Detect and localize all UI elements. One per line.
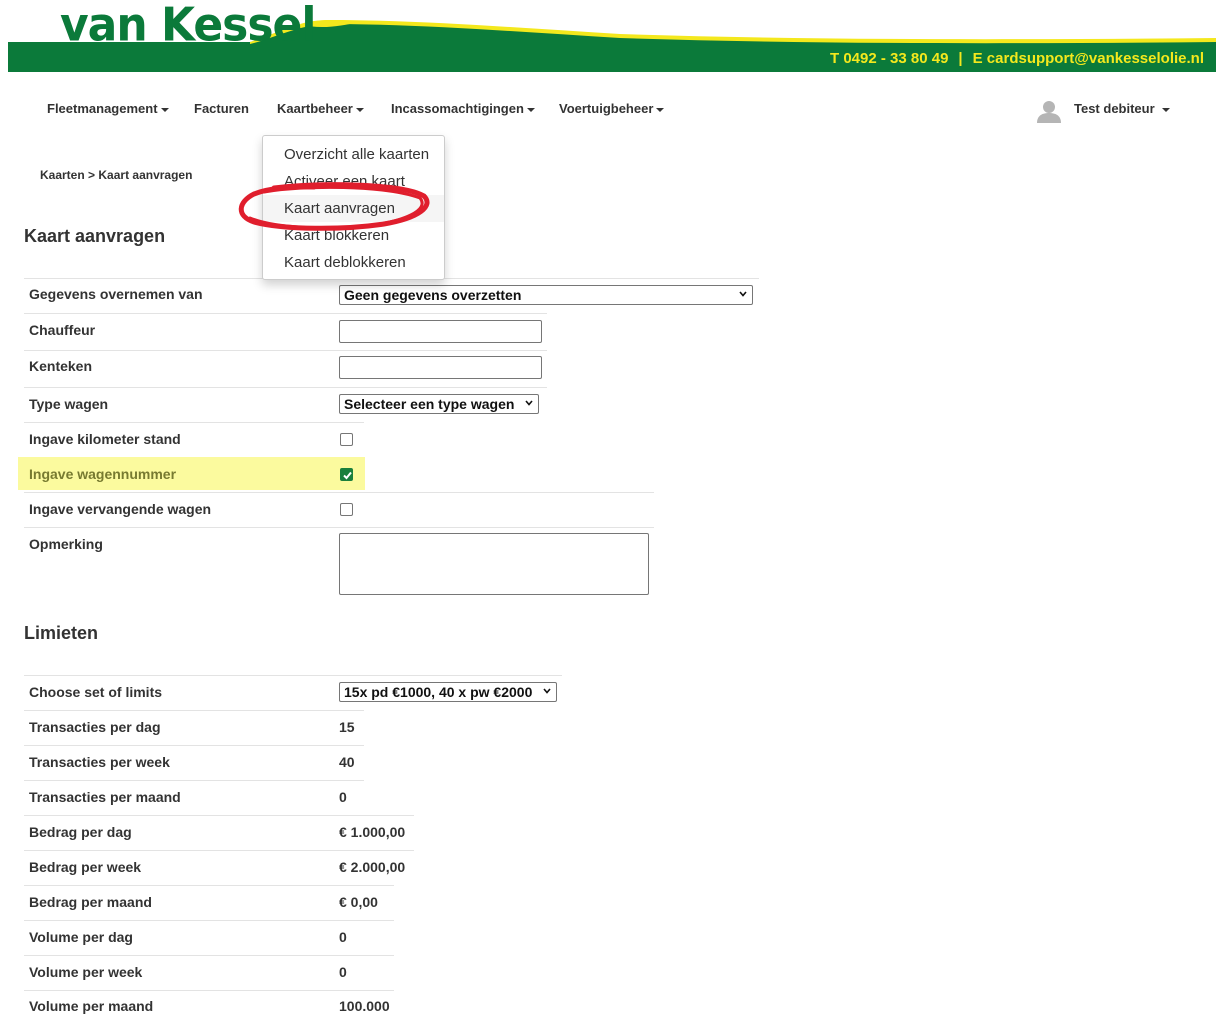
limit-label: Volume per dag: [29, 929, 133, 945]
page-title: Kaart aanvragen: [24, 226, 166, 246]
limit-label: Bedrag per dag: [29, 824, 132, 840]
caret-down-icon: [355, 107, 364, 112]
form-row-type-wagen: Type wagen Selecteer een type wagen: [24, 387, 547, 422]
limit-value: € 1.000,00: [339, 824, 406, 840]
limits-row: Transacties per dag 15: [24, 710, 364, 745]
km-stand-checkbox[interactable]: [340, 433, 353, 446]
nav-facturen[interactable]: Facturen: [194, 101, 249, 116]
kaartbeheer-dropdown: Overzicht alle kaarten Activeer een kaar…: [262, 135, 445, 280]
contact-separator: |: [958, 50, 963, 67]
contact-info: T 0492 - 33 80 49 | E cardsupport@vankesse…: [830, 50, 1204, 67]
limit-label: Transacties per maand: [29, 789, 181, 805]
limits-set-select-value: 15x pd €1000, 40 x pw €2000: [344, 684, 533, 700]
limit-value: € 2.000,00: [339, 859, 406, 875]
nav-kaartbeheer[interactable]: Kaartbeheer: [277, 101, 364, 116]
form-row-chauffeur: Chauffeur: [24, 313, 547, 350]
limits-title: Limieten: [24, 623, 99, 643]
type-wagen-select-value: Selecteer een type wagen: [344, 396, 515, 412]
caret-down-icon: [160, 107, 169, 112]
limits-row: Transacties per week 40: [24, 745, 364, 780]
limit-value: 0: [339, 789, 347, 805]
user-icon: [1037, 101, 1061, 123]
form-row-opmerking: Opmerking: [24, 527, 654, 602]
wagennummer-checkbox[interactable]: [340, 468, 353, 481]
breadcrumb-parent[interactable]: Kaarten: [40, 168, 85, 182]
limits-row: Volume per dag 0: [24, 920, 394, 955]
limit-label: Volume per maand: [29, 998, 154, 1014]
limits-row: Bedrag per dag € 1.000,00: [24, 815, 414, 850]
limit-value: 0: [339, 964, 347, 980]
nav-voertuigbeheer-label: Voertuigbeheer: [559, 101, 654, 116]
limit-value: 100.000: [339, 998, 390, 1014]
limits-row: Bedrag per maand € 0,00: [24, 885, 394, 920]
limit-label: Transacties per dag: [29, 719, 161, 735]
opmerking-label: Opmerking: [29, 536, 103, 552]
limit-value: 40: [339, 754, 355, 770]
limits-row: Volume per maand 100.000: [24, 990, 394, 1014]
km-stand-label: Ingave kilometer stand: [29, 431, 181, 447]
limit-label: Volume per week: [29, 964, 143, 980]
nav-kaartbeheer-label: Kaartbeheer: [277, 101, 353, 116]
gegevens-select[interactable]: Geen gegevens overzetten: [339, 285, 753, 305]
nav-fleetmanagement[interactable]: Fleetmanagement: [47, 101, 169, 116]
header-banner: van Kessel T 0492 - 33 80 49 | E cardsuppo…: [0, 0, 1216, 75]
menu-item-kaart-deblokkeren[interactable]: Kaart deblokkeren: [263, 249, 444, 276]
form-row-km-stand: Ingave kilometer stand: [24, 422, 364, 457]
gegevens-select-value: Geen gegevens overzetten: [344, 287, 522, 303]
chevron-down-icon: [739, 291, 747, 297]
caret-down-icon: [1161, 107, 1170, 112]
kenteken-input[interactable]: [339, 356, 542, 379]
caret-down-icon: [526, 107, 535, 112]
limit-value: 15: [339, 719, 355, 735]
nav-facturen-label: Facturen: [194, 101, 249, 116]
nav-incassomachtigingen[interactable]: Incassomachtigingen: [391, 101, 535, 116]
checkmark-icon: [343, 471, 352, 480]
limits-set-label: Choose set of limits: [29, 684, 163, 700]
breadcrumb-current: Kaart aanvragen: [98, 168, 193, 182]
chevron-down-icon: [543, 688, 551, 694]
nav-fleetmanagement-label: Fleetmanagement: [47, 101, 158, 116]
nav-voertuigbeheer[interactable]: Voertuigbeheer: [559, 101, 665, 116]
limits-row: Transacties per maand 0: [24, 780, 364, 815]
form-row-wagennummer: Ingave wagennummer: [24, 457, 364, 492]
user-name-label: Test debiteur: [1074, 101, 1155, 116]
contact-email[interactable]: E cardsupport@vankesselolie.nl: [973, 50, 1204, 67]
opmerking-textarea[interactable]: [339, 533, 649, 595]
type-wagen-label: Type wagen: [29, 396, 109, 412]
form-row-kenteken: Kenteken: [24, 350, 547, 387]
kenteken-label: Kenteken: [29, 358, 93, 374]
limits-row: Bedrag per week € 2.000,00: [24, 850, 414, 885]
limit-label: Bedrag per week: [29, 859, 142, 875]
type-wagen-select[interactable]: Selecteer een type wagen: [339, 394, 539, 414]
nav-incassomachtigingen-label: Incassomachtigingen: [391, 101, 524, 116]
breadcrumb-separator: >: [88, 168, 96, 182]
limit-label: Bedrag per maand: [29, 894, 152, 910]
chevron-down-icon: [525, 400, 533, 406]
gegevens-label: Gegevens overnemen van: [29, 286, 203, 302]
menu-item-activeer-een-kaart[interactable]: Activeer een kaart: [263, 168, 444, 195]
limit-value: € 0,00: [339, 894, 378, 910]
user-name[interactable]: Test debiteur: [1074, 101, 1170, 116]
menu-item-kaart-blokkeren[interactable]: Kaart blokkeren: [263, 222, 444, 249]
limit-value: 0: [339, 929, 347, 945]
limits-row-set: Choose set of limits 15x pd €1000, 40 x …: [24, 675, 562, 710]
brand-logo[interactable]: van Kessel: [60, 2, 316, 49]
vervangende-label: Ingave vervangende wagen: [29, 501, 212, 517]
menu-item-overzicht-alle-kaarten[interactable]: Overzicht alle kaarten: [263, 141, 444, 168]
form-row-gegevens: Gegevens overnemen van Geen gegevens ove…: [24, 278, 759, 313]
limits-row: Volume per week 0: [24, 955, 394, 990]
limit-label: Transacties per week: [29, 754, 170, 770]
menu-item-kaart-aanvragen[interactable]: Kaart aanvragen: [263, 195, 444, 222]
form-row-vervangende: Ingave vervangende wagen: [24, 492, 654, 527]
chauffeur-input[interactable]: [339, 320, 542, 343]
vervangende-checkbox[interactable]: [340, 503, 353, 516]
caret-down-icon: [656, 107, 665, 112]
limits-set-select[interactable]: 15x pd €1000, 40 x pw €2000: [339, 682, 557, 702]
contact-phone: T 0492 - 33 80 49: [830, 50, 949, 67]
wagennummer-label: Ingave wagennummer: [29, 466, 177, 482]
breadcrumb: Kaarten > Kaart aanvragen: [40, 168, 192, 182]
chauffeur-label: Chauffeur: [29, 322, 96, 338]
